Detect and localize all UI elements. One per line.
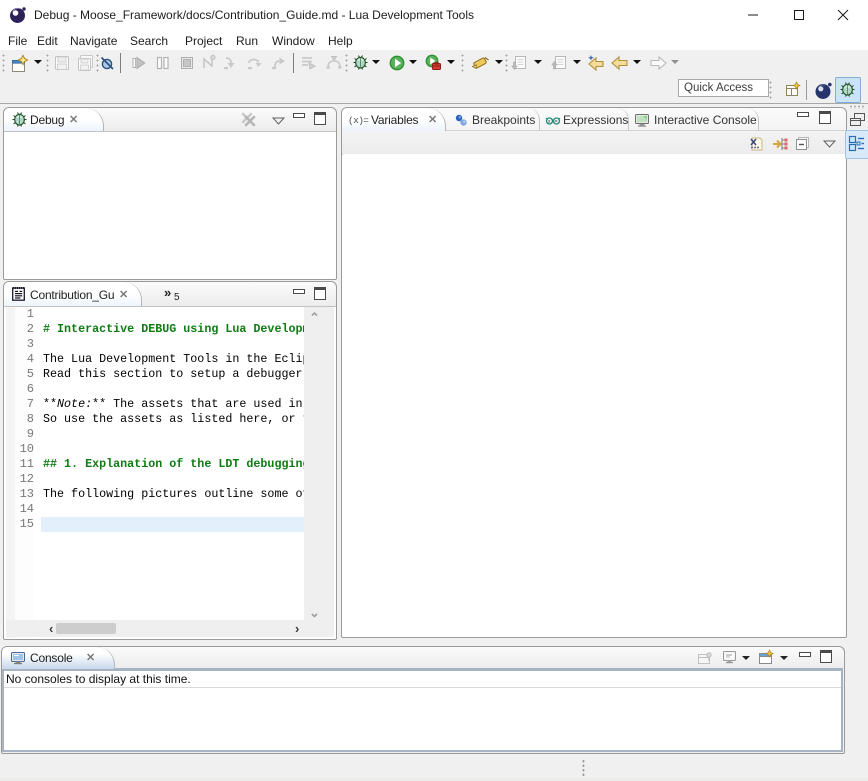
svg-text:=: =: [555, 119, 558, 125]
svg-text:x: x: [548, 119, 551, 125]
